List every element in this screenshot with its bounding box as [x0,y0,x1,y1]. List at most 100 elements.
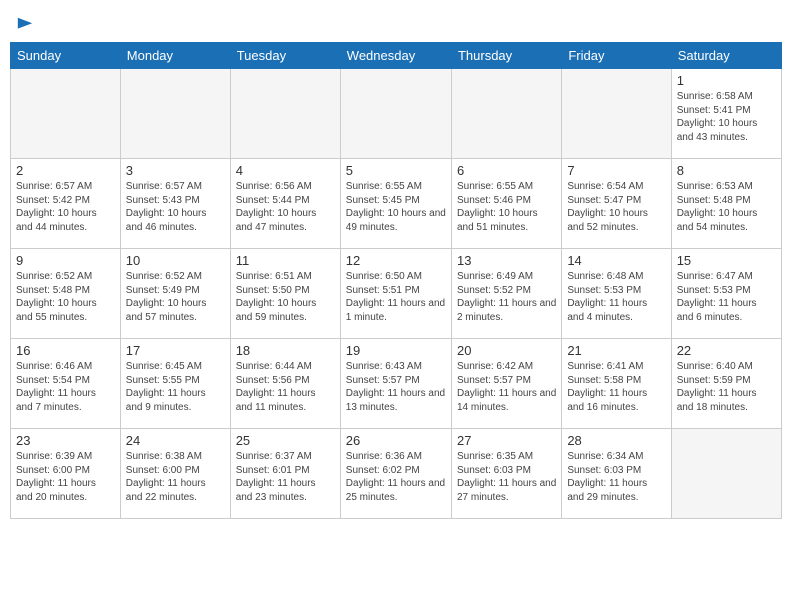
calendar-cell: 11 Sunrise: 6:51 AM Sunset: 5:50 PM Dayli… [230,249,340,339]
day-number: 19 [346,343,446,358]
calendar-cell: 8 Sunrise: 6:53 AM Sunset: 5:48 PM Daylig… [671,159,781,249]
calendar-cell [11,69,121,159]
calendar-week-row: 23 Sunrise: 6:39 AM Sunset: 6:00 PM Dayli… [11,429,782,519]
day-info: Sunrise: 6:55 AM Sunset: 5:46 PM Dayligh… [457,180,556,234]
calendar-cell: 28 Sunrise: 6:34 AM Sunset: 6:03 PM Dayli… [562,429,671,519]
calendar-week-row: 9 Sunrise: 6:52 AM Sunset: 5:48 PM Daylig… [11,249,782,339]
day-info: Sunrise: 6:34 AM Sunset: 6:03 PM Dayligh… [567,450,665,504]
day-info: Sunrise: 6:55 AM Sunset: 5:45 PM Dayligh… [346,180,446,234]
calendar-cell: 22 Sunrise: 6:40 AM Sunset: 5:59 PM Dayli… [671,339,781,429]
calendar-cell: 21 Sunrise: 6:41 AM Sunset: 5:58 PM Dayli… [562,339,671,429]
calendar-cell: 13 Sunrise: 6:49 AM Sunset: 5:52 PM Dayli… [451,249,561,339]
weekday-header-thursday: Thursday [451,43,561,69]
day-info: Sunrise: 6:52 AM Sunset: 5:49 PM Dayligh… [126,270,225,324]
day-number: 16 [16,343,115,358]
calendar-table: SundayMondayTuesdayWednesdayThursdayFrid… [10,42,782,519]
day-info: Sunrise: 6:57 AM Sunset: 5:43 PM Dayligh… [126,180,225,234]
day-number: 14 [567,253,665,268]
day-info: Sunrise: 6:40 AM Sunset: 5:59 PM Dayligh… [677,360,776,414]
calendar-cell: 16 Sunrise: 6:46 AM Sunset: 5:54 PM Dayli… [11,339,121,429]
day-number: 6 [457,163,556,178]
day-info: Sunrise: 6:42 AM Sunset: 5:57 PM Dayligh… [457,360,556,414]
calendar-cell: 25Sunrise: 6:37 AM Sunset: 6:01 PM Dayli… [230,429,340,519]
calendar-cell [562,69,671,159]
logo [14,16,34,34]
calendar-cell: 2 Sunrise: 6:57 AM Sunset: 5:42 PM Daylig… [11,159,121,249]
calendar-week-row: 1 Sunrise: 6:58 AM Sunset: 5:41 PM Daylig… [11,69,782,159]
calendar-cell: 6 Sunrise: 6:55 AM Sunset: 5:46 PM Daylig… [451,159,561,249]
day-info: Sunrise: 6:38 AM Sunset: 6:00 PM Dayligh… [126,450,225,504]
weekday-header-sunday: Sunday [11,43,121,69]
day-number: 23 [16,433,115,448]
day-number: 18 [236,343,335,358]
calendar-cell: 17Sunrise: 6:45 AM Sunset: 5:55 PM Dayli… [120,339,230,429]
day-number: 24 [126,433,225,448]
day-number: 9 [16,253,115,268]
day-number: 8 [677,163,776,178]
day-number: 2 [16,163,115,178]
day-number: 17 [126,343,225,358]
weekday-header-friday: Friday [562,43,671,69]
calendar-cell: 9 Sunrise: 6:52 AM Sunset: 5:48 PM Daylig… [11,249,121,339]
calendar-cell: 23 Sunrise: 6:39 AM Sunset: 6:00 PM Dayli… [11,429,121,519]
calendar-header-row: SundayMondayTuesdayWednesdayThursdayFrid… [11,43,782,69]
day-number: 26 [346,433,446,448]
day-number: 1 [677,73,776,88]
day-info: Sunrise: 6:53 AM Sunset: 5:48 PM Dayligh… [677,180,776,234]
calendar-cell [671,429,781,519]
calendar-cell: 18 Sunrise: 6:44 AM Sunset: 5:56 PM Dayli… [230,339,340,429]
day-info: Sunrise: 6:54 AM Sunset: 5:47 PM Dayligh… [567,180,665,234]
calendar-cell: 3 Sunrise: 6:57 AM Sunset: 5:43 PM Daylig… [120,159,230,249]
calendar-cell [230,69,340,159]
day-number: 12 [346,253,446,268]
day-info: Sunrise: 6:41 AM Sunset: 5:58 PM Dayligh… [567,360,665,414]
calendar-cell: 1 Sunrise: 6:58 AM Sunset: 5:41 PM Daylig… [671,69,781,159]
weekday-header-saturday: Saturday [671,43,781,69]
day-number: 28 [567,433,665,448]
calendar-cell: 26Sunrise: 6:36 AM Sunset: 6:02 PM Dayli… [340,429,451,519]
day-number: 20 [457,343,556,358]
calendar-cell: 27Sunrise: 6:35 AM Sunset: 6:03 PM Dayli… [451,429,561,519]
day-number: 5 [346,163,446,178]
day-number: 25 [236,433,335,448]
day-info: Sunrise: 6:46 AM Sunset: 5:54 PM Dayligh… [16,360,115,414]
calendar-cell: 10 Sunrise: 6:52 AM Sunset: 5:49 PM Dayli… [120,249,230,339]
day-info: Sunrise: 6:51 AM Sunset: 5:50 PM Dayligh… [236,270,335,324]
weekday-header-wednesday: Wednesday [340,43,451,69]
calendar-week-row: 2 Sunrise: 6:57 AM Sunset: 5:42 PM Daylig… [11,159,782,249]
calendar-cell: 14 Sunrise: 6:48 AM Sunset: 5:53 PM Dayli… [562,249,671,339]
calendar-cell: 4 Sunrise: 6:56 AM Sunset: 5:44 PM Daylig… [230,159,340,249]
calendar-cell: 7 Sunrise: 6:54 AM Sunset: 5:47 PM Daylig… [562,159,671,249]
weekday-header-tuesday: Tuesday [230,43,340,69]
day-number: 21 [567,343,665,358]
calendar-cell [120,69,230,159]
logo-flag-icon [16,16,34,34]
day-info: Sunrise: 6:49 AM Sunset: 5:52 PM Dayligh… [457,270,556,324]
day-number: 13 [457,253,556,268]
calendar-cell: 5 Sunrise: 6:55 AM Sunset: 5:45 PM Daylig… [340,159,451,249]
day-info: Sunrise: 6:50 AM Sunset: 5:51 PM Dayligh… [346,270,446,324]
calendar-cell: 24 Sunrise: 6:38 AM Sunset: 6:00 PM Dayli… [120,429,230,519]
day-info: Sunrise: 6:52 AM Sunset: 5:48 PM Dayligh… [16,270,115,324]
day-number: 10 [126,253,225,268]
day-number: 15 [677,253,776,268]
day-number: 3 [126,163,225,178]
day-info: Sunrise: 6:58 AM Sunset: 5:41 PM Dayligh… [677,90,776,144]
calendar-cell: 19 Sunrise: 6:43 AM Sunset: 5:57 PM Dayli… [340,339,451,429]
day-number: 11 [236,253,335,268]
day-info: Sunrise: 6:56 AM Sunset: 5:44 PM Dayligh… [236,180,335,234]
calendar-week-row: 16 Sunrise: 6:46 AM Sunset: 5:54 PM Dayli… [11,339,782,429]
day-number: 4 [236,163,335,178]
weekday-header-monday: Monday [120,43,230,69]
day-number: 22 [677,343,776,358]
day-info: Sunrise: 6:44 AM Sunset: 5:56 PM Dayligh… [236,360,335,414]
day-info: Sunrise: 6:57 AM Sunset: 5:42 PM Dayligh… [16,180,115,234]
day-info: Sunrise: 6:43 AM Sunset: 5:57 PM Dayligh… [346,360,446,414]
day-info: Sunrise: 6:47 AM Sunset: 5:53 PM Dayligh… [677,270,776,324]
calendar-cell: 12 Sunrise: 6:50 AM Sunset: 5:51 PM Dayli… [340,249,451,339]
day-number: 7 [567,163,665,178]
day-info: Sunrise: 6:35 AM Sunset: 6:03 PM Dayligh… [457,450,556,504]
day-info: Sunrise: 6:39 AM Sunset: 6:00 PM Dayligh… [16,450,115,504]
calendar-cell [340,69,451,159]
day-info: Sunrise: 6:48 AM Sunset: 5:53 PM Dayligh… [567,270,665,324]
